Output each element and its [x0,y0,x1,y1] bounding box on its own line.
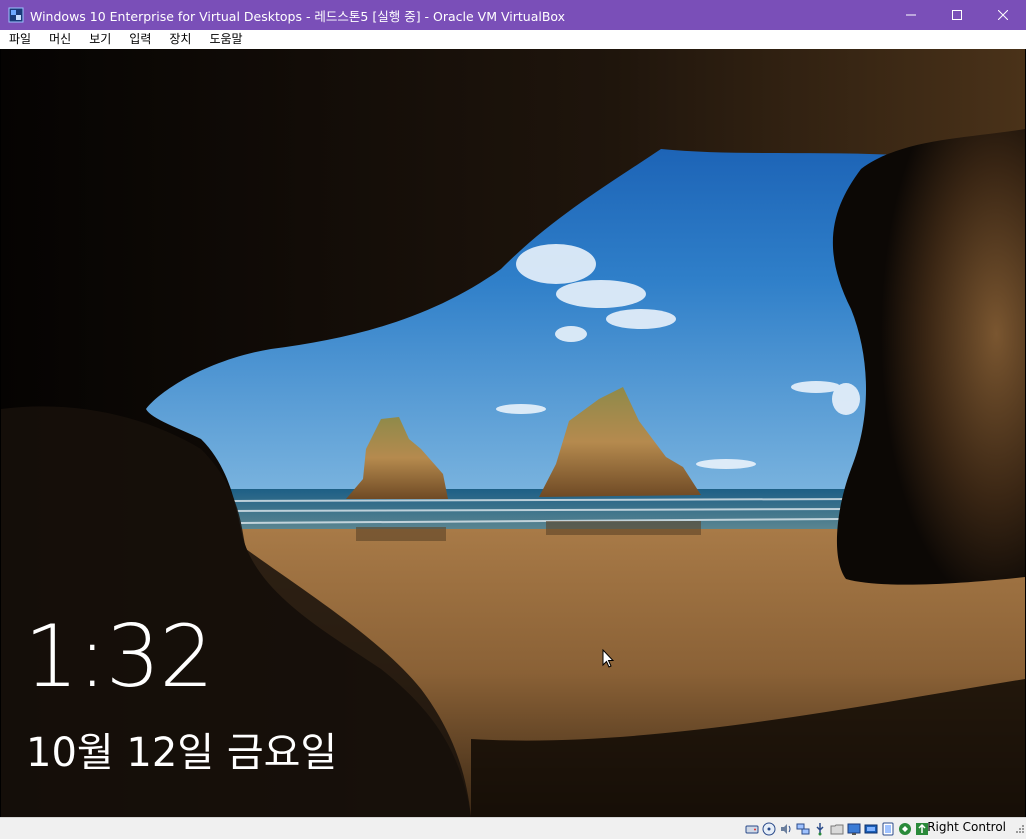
resize-grip-icon[interactable] [1014,818,1024,837]
virtualbox-app-icon[interactable] [8,7,24,23]
hard-disk-icon[interactable] [744,821,760,837]
maximize-button[interactable] [934,0,980,30]
mouse-integration-icon[interactable] [897,821,913,837]
menu-view[interactable]: 보기 [80,30,120,49]
menu-devices[interactable]: 장치 [160,30,200,49]
title-bar[interactable]: Windows 10 Enterprise for Virtual Deskto… [0,0,1026,30]
lockscreen-date: 10월 12일 금요일 [26,730,338,776]
maximize-icon [952,10,962,20]
shared-folders-icon[interactable] [829,821,845,837]
mouse-cursor-icon [602,648,615,673]
menu-bar: 파일 머신 보기 입력 장치 도움말 [0,30,1026,49]
minimize-icon [906,14,916,16]
menu-input[interactable]: 입력 [120,30,160,49]
close-icon [998,10,1008,20]
menu-file[interactable]: 파일 [0,30,40,49]
window-title: Windows 10 Enterprise for Virtual Deskto… [30,8,566,24]
minimize-button[interactable] [888,0,934,30]
host-key-label: Right Control [927,820,1006,834]
usb-icon[interactable] [812,821,828,837]
video-capture-icon[interactable] [863,821,879,837]
network-icon[interactable] [795,821,811,837]
close-button[interactable] [980,0,1026,30]
display-icon[interactable] [846,821,862,837]
status-bar: Right Control [0,817,1026,839]
optical-drive-icon[interactable] [761,821,777,837]
host-key-indicator[interactable]: Right Control [927,820,1006,834]
menu-machine[interactable]: 머신 [40,30,80,49]
virtualization-icon[interactable] [880,821,896,837]
lockscreen-time: 1:32 [24,607,214,707]
menu-help[interactable]: 도움말 [200,30,251,49]
vm-display[interactable]: 1:32 10월 12일 금요일 [1,49,1025,817]
audio-icon[interactable] [778,821,794,837]
